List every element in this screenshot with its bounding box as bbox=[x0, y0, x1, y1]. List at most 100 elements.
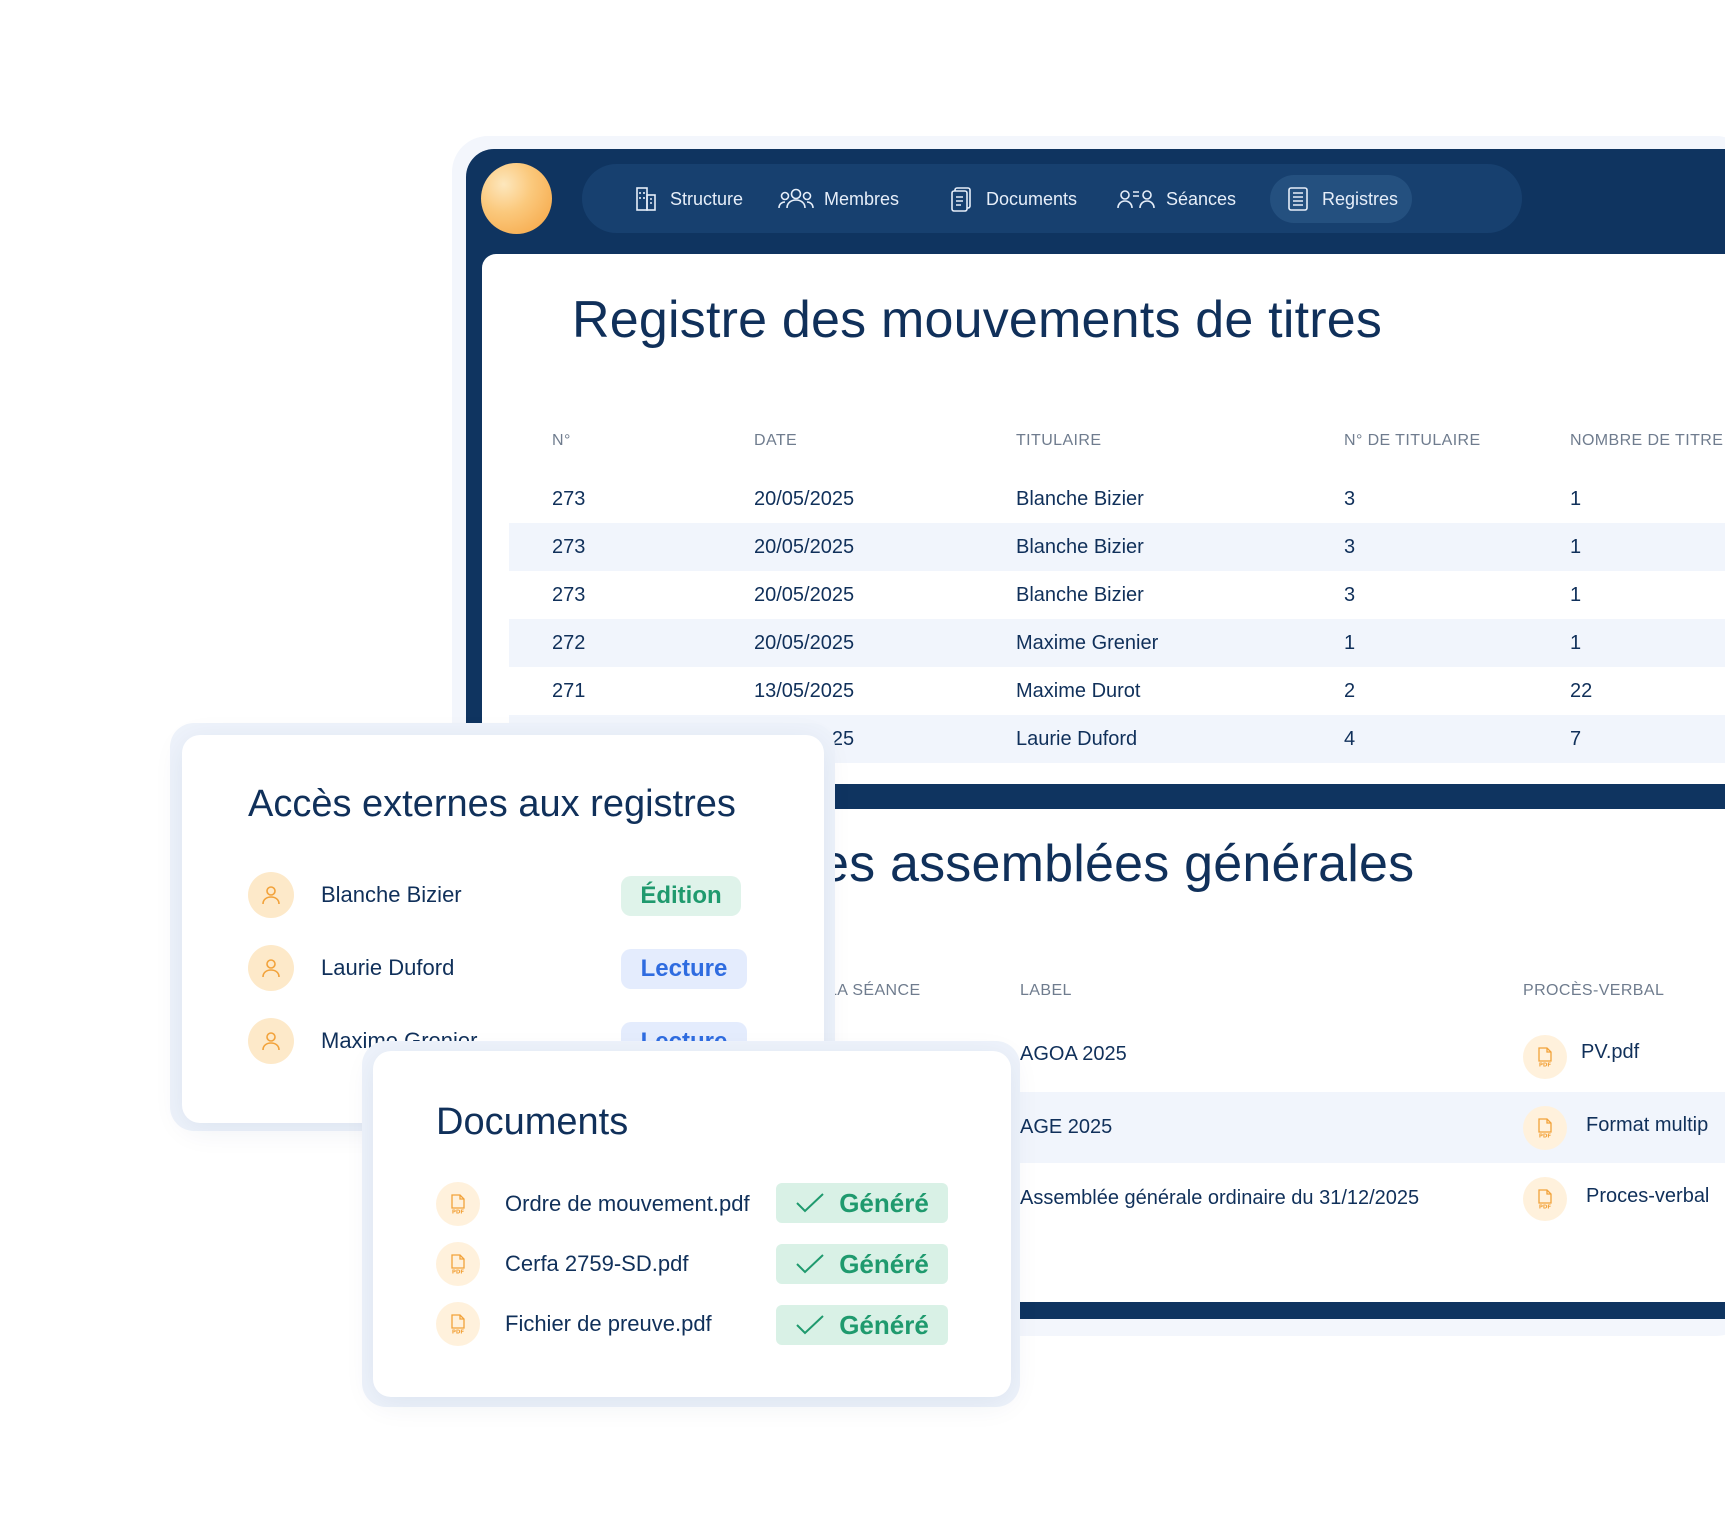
status-badge: Généré bbox=[776, 1244, 948, 1284]
table-row[interactable]: 273 20/05/2025 Blanche Bizier 3 1 bbox=[509, 475, 1725, 523]
cell-holder: Blanche Bizier bbox=[1016, 584, 1144, 606]
cell-holder: Blanche Bizier bbox=[1016, 536, 1144, 558]
register-icon bbox=[1288, 187, 1308, 211]
column-header: DATE bbox=[754, 432, 798, 449]
pv-file[interactable]: PV.pdf bbox=[1581, 1041, 1639, 1064]
cell-date: 20/05/2025 bbox=[754, 632, 855, 654]
cell-holder-number: 3 bbox=[1344, 536, 1356, 558]
nav-label: Séances bbox=[1166, 188, 1237, 209]
cell-holder-number: 3 bbox=[1344, 584, 1356, 606]
cell-share-count: 1 bbox=[1570, 488, 1582, 510]
cell-number: 271 bbox=[552, 680, 586, 702]
column-header: LABEL bbox=[1020, 982, 1072, 999]
column-header: TITULAIRE bbox=[1016, 432, 1102, 449]
column-header: NOMBRE DE TITRE bbox=[1570, 432, 1724, 449]
role-badge[interactable]: Édition bbox=[621, 876, 741, 916]
documents-icon bbox=[951, 187, 971, 212]
cell-number: 273 bbox=[552, 536, 586, 558]
pdf-icon: PDF bbox=[436, 1242, 480, 1286]
person-name: Laurie Duford bbox=[321, 955, 455, 980]
documents-card-title: Documents bbox=[436, 1101, 629, 1143]
pdf-icon: PDF bbox=[436, 1302, 480, 1346]
column-header: N° bbox=[552, 432, 571, 449]
cell-share-count: 1 bbox=[1570, 632, 1582, 654]
role-badge[interactable]: Lecture bbox=[621, 949, 747, 989]
svg-text:PDF: PDF bbox=[452, 1210, 465, 1216]
pv-file[interactable]: Format multip bbox=[1586, 1114, 1708, 1137]
cell-date: 20/05/2025 bbox=[754, 536, 855, 558]
cell-date: 13/05/2025 bbox=[754, 680, 855, 702]
nav-item-registres[interactable]: Registres bbox=[1270, 175, 1413, 223]
column-header: LA SÉANCE bbox=[828, 982, 921, 999]
status-badge: Généré bbox=[776, 1305, 948, 1345]
nav-label: Membres bbox=[824, 188, 900, 209]
document-name[interactable]: Fichier de preuve.pdf bbox=[505, 1311, 712, 1337]
cell-date: 20/05/2025 bbox=[754, 488, 855, 510]
svg-text:PDF: PDF bbox=[1539, 1205, 1552, 1211]
person-name: Blanche Bizier bbox=[321, 882, 462, 907]
status-label: Généré bbox=[839, 1248, 929, 1279]
register-title: Registre des mouvements de titres bbox=[572, 291, 1383, 349]
pdf-icon: PDF bbox=[1523, 1035, 1567, 1079]
nav-label: Registres bbox=[1322, 188, 1399, 209]
cell-number: 272 bbox=[552, 632, 586, 654]
cell-holder: Blanche Bizier bbox=[1016, 488, 1144, 510]
cell-holder-number: 4 bbox=[1344, 728, 1356, 750]
cell-label: Assemblée générale ordinaire du 31/12/20… bbox=[1020, 1187, 1420, 1209]
cell-share-count: 7 bbox=[1570, 728, 1582, 750]
nav-item-seances[interactable]: Séances bbox=[1102, 175, 1250, 223]
svg-text:PDF: PDF bbox=[452, 1270, 465, 1276]
top-navigation: Structure Membres Documents Séances Regi… bbox=[582, 164, 1522, 233]
app-logo[interactable] bbox=[481, 163, 552, 234]
column-header: N° DE TITULAIRE bbox=[1344, 432, 1481, 449]
nav-label: Structure bbox=[670, 188, 744, 209]
users-icon bbox=[778, 188, 814, 209]
cell-share-count: 1 bbox=[1570, 584, 1582, 606]
column-header: PROCÈS-VERBAL bbox=[1523, 982, 1665, 999]
user-icon bbox=[248, 945, 294, 991]
cell-number: 273 bbox=[552, 488, 586, 510]
documents-card: Documents PDF Ordre de mouvement.pdf Gén… bbox=[373, 1051, 1011, 1397]
table-row[interactable]: 273 20/05/2025 Blanche Bizier 3 1 bbox=[509, 523, 1725, 571]
check-icon bbox=[796, 1315, 824, 1335]
pdf-icon: PDF bbox=[1523, 1177, 1567, 1221]
nav-item-structure[interactable]: Structure bbox=[618, 175, 757, 223]
cell-share-count: 22 bbox=[1570, 680, 1593, 702]
svg-text:PDF: PDF bbox=[1539, 1134, 1552, 1140]
svg-text:PDF: PDF bbox=[1539, 1063, 1552, 1069]
register-panel: Registre des mouvements de titres N° DAT… bbox=[482, 254, 1725, 784]
pv-file[interactable]: Proces-verbal bbox=[1586, 1185, 1709, 1208]
document-name[interactable]: Ordre de mouvement.pdf bbox=[505, 1191, 750, 1217]
nav-item-membres[interactable]: Membres bbox=[764, 175, 913, 223]
check-icon bbox=[796, 1254, 824, 1274]
cell-share-count: 1 bbox=[1570, 536, 1582, 558]
cell-holder: Maxime Durot bbox=[1016, 680, 1141, 702]
nav-label: Documents bbox=[986, 188, 1078, 209]
table-row[interactable]: 273 20/05/2025 Blanche Bizier 3 1 bbox=[509, 571, 1725, 619]
table-row[interactable]: 271 13/05/2025 Maxime Durot 2 22 bbox=[509, 667, 1725, 715]
assemblies-title: es assemblées générales bbox=[820, 835, 1415, 893]
status-label: Généré bbox=[839, 1187, 929, 1218]
cell-holder: Maxime Grenier bbox=[1016, 632, 1159, 654]
cell-label: AGOA 2025 bbox=[1020, 1043, 1127, 1065]
cell-holder-number: 1 bbox=[1344, 632, 1356, 654]
document-name[interactable]: Cerfa 2759-SD.pdf bbox=[505, 1251, 688, 1277]
user-icon bbox=[248, 1018, 294, 1064]
user-icon bbox=[248, 872, 294, 918]
cell-holder-number: 3 bbox=[1344, 488, 1356, 510]
access-card-title: Accès externes aux registres bbox=[248, 783, 736, 825]
nav-item-documents[interactable]: Documents bbox=[934, 175, 1091, 223]
cell-number: 273 bbox=[552, 584, 586, 606]
table-row[interactable]: 272 20/05/2025 Maxime Grenier 1 1 bbox=[509, 619, 1725, 667]
status-label: Généré bbox=[839, 1309, 929, 1340]
cell-date: 20/05/2025 bbox=[754, 584, 855, 606]
svg-text:PDF: PDF bbox=[452, 1330, 465, 1336]
building-icon bbox=[636, 187, 656, 211]
meeting-icon bbox=[1117, 190, 1155, 209]
cell-holder: Laurie Duford bbox=[1016, 728, 1138, 750]
check-icon bbox=[796, 1193, 824, 1213]
pdf-icon: PDF bbox=[1523, 1106, 1567, 1150]
pdf-icon: PDF bbox=[436, 1182, 480, 1226]
cell-label: AGE 2025 bbox=[1020, 1116, 1113, 1138]
status-badge: Généré bbox=[776, 1183, 948, 1223]
